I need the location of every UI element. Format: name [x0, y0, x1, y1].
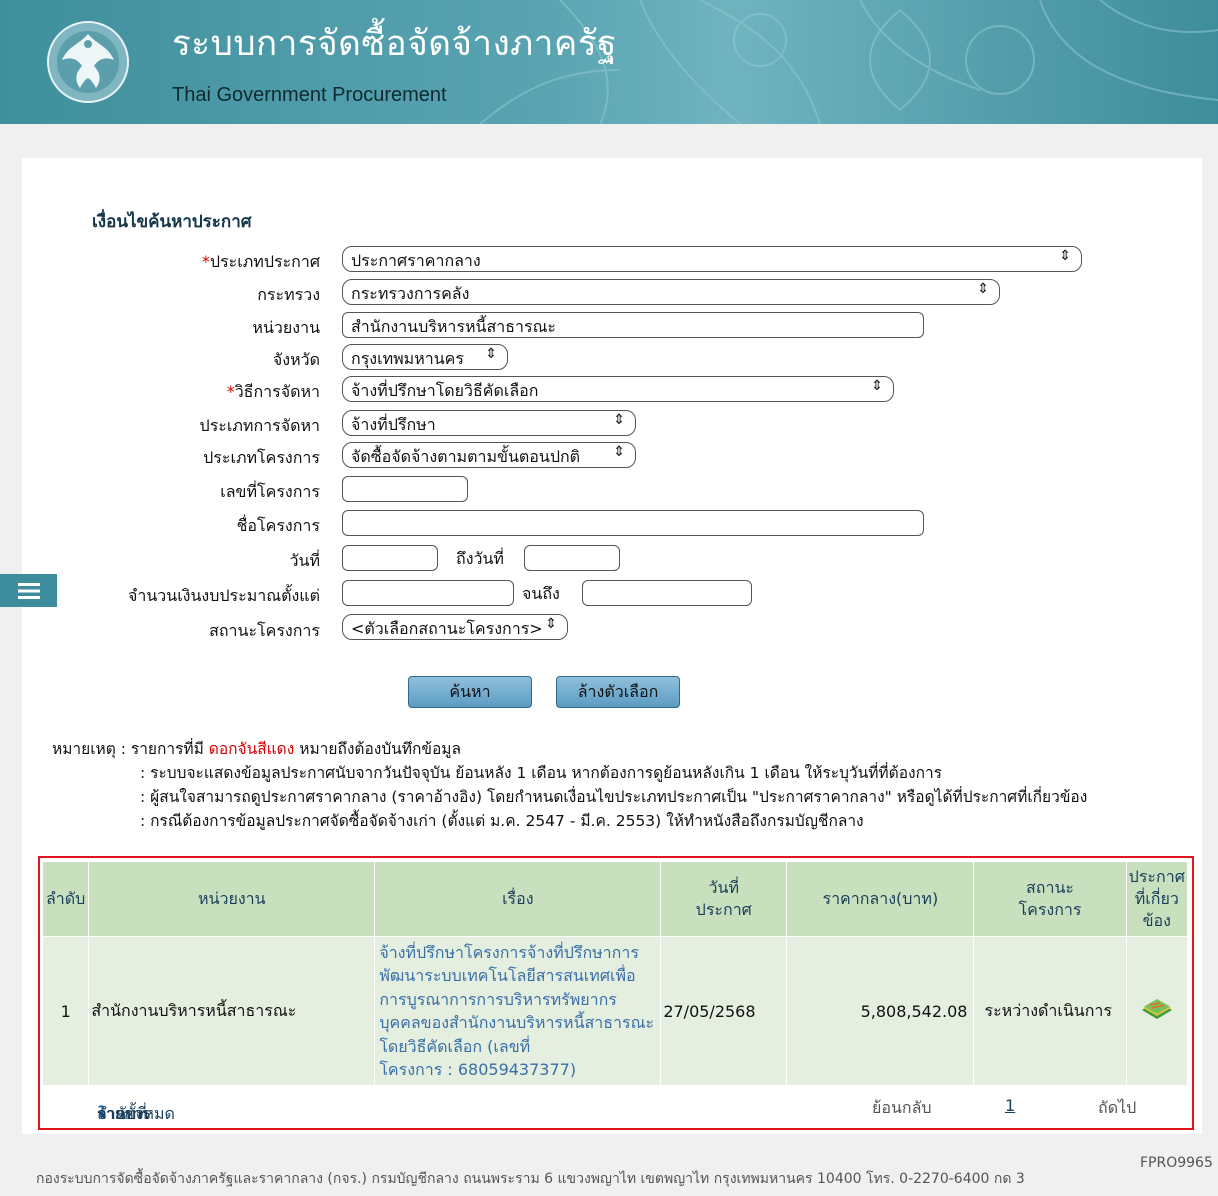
province-select[interactable]: กรุงเทพมหานคร ⇕ — [342, 344, 508, 370]
header-banner: ระบบการจัดซื้อจัดจ้างภาครัฐ Thai Governm… — [0, 0, 1218, 124]
th-status[interactable]: สถานะ โครงการ — [974, 862, 1126, 936]
status-select[interactable]: <ตัวเลือกสถานะโครงการ> ⇕ — [342, 614, 568, 640]
date-to-input[interactable] — [524, 545, 620, 571]
agency-label: หน่วยงาน — [252, 318, 320, 337]
method-select[interactable]: จ้างที่ปรึกษาโดยวิธีคัดเลือก ⇕ — [342, 376, 894, 402]
project-name-input[interactable] — [342, 510, 924, 536]
th-price[interactable]: ราคากลาง(บาท) — [787, 862, 974, 936]
select-arrows-icon: ⇕ — [485, 346, 497, 362]
cell-price: 5,808,542.08 — [787, 937, 974, 1085]
procure-type-label: ประเภทการจัดหา — [199, 416, 320, 435]
select-arrows-icon: ⇕ — [613, 412, 625, 428]
pager-next[interactable]: ถัดไป — [1098, 1096, 1136, 1121]
footer-address: กองระบบการจัดซื้อจัดจ้างภาครัฐและราคากลา… — [36, 1171, 1025, 1187]
procure-type-select[interactable]: จ้างที่ปรึกษา ⇕ — [342, 410, 636, 436]
budget-label: จำนวนเงินงบประมาณตั้งแต่ — [127, 586, 320, 605]
announce-type-label: *ประเภทประกาศ — [201, 252, 320, 271]
document-stack-icon[interactable] — [1140, 997, 1174, 1021]
project-type-select[interactable]: จัดซื้อจัดจ้างตามตามขั้นตอนปกติ ⇕ — [342, 442, 636, 468]
note-line-3: : ผู้สนใจสามารถดูประกาศราคากลาง (ราคาอ้า… — [140, 788, 1088, 806]
clear-button[interactable]: ล้างตัวเลือก — [556, 676, 680, 708]
th-unit[interactable]: หน่วยงาน — [89, 862, 375, 936]
date-from-input[interactable] — [342, 545, 438, 571]
select-arrows-icon: ⇕ — [977, 281, 989, 297]
results-table: ลำดับ หน่วยงาน เรื่อง วันที่ ประกาศ ราคาก… — [42, 861, 1188, 1086]
note-line-1: หมายเหตุ : รายการที่มี ดอกจันสีแดง หมายถ… — [52, 740, 461, 758]
select-arrows-icon: ⇕ — [1059, 248, 1071, 264]
status-label: สถานะโครงการ — [209, 621, 320, 640]
budget-from-input[interactable] — [342, 580, 514, 606]
project-type-label: ประเภทโครงการ — [203, 448, 320, 467]
project-no-label: เลขที่โครงการ — [220, 482, 320, 501]
garuda-logo-icon[interactable] — [46, 20, 130, 104]
cell-date: 27/05/2568 — [661, 937, 787, 1085]
page-code: FPRO9965 — [1140, 1155, 1213, 1171]
note-red-text: ดอกจันสีแดง — [208, 740, 295, 758]
date-label: วันที่ — [289, 551, 320, 570]
budget-to-label: จนถึง — [522, 584, 560, 603]
pager-page-1[interactable]: 1 — [1005, 1096, 1015, 1115]
announce-type-select[interactable]: ประกาศราคากลาง ⇕ — [342, 246, 1082, 272]
cell-subject: จ้างที่ปรึกษาโครงการจ้างที่ปรึกษาการ พัฒ… — [375, 937, 661, 1085]
project-no-input[interactable] — [342, 476, 468, 502]
ministry-label: กระทรวง — [257, 285, 320, 304]
search-button[interactable]: ค้นหา — [408, 676, 532, 708]
th-date[interactable]: วันที่ ประกาศ — [661, 862, 787, 936]
province-label: จังหวัด — [272, 350, 320, 369]
required-mark: * — [226, 382, 235, 401]
select-arrows-icon: ⇕ — [613, 444, 625, 460]
budget-to-input[interactable] — [582, 580, 752, 606]
agency-input[interactable]: สำนักงานบริหารหนี้สาธารณะ — [342, 312, 924, 338]
table-header-row: ลำดับ หน่วยงาน เรื่อง วันที่ ประกาศ ราคาก… — [43, 862, 1187, 936]
method-label: *วิธีการจัดหา — [226, 382, 320, 401]
th-related: ประกาศ ที่เกี่ยว ข้อง — [1126, 862, 1187, 936]
site-title: ระบบการจัดซื้อจัดจ้างภาครัฐ — [172, 24, 617, 64]
search-section-title: เงื่อนไขค้นหาประกาศ — [92, 212, 252, 232]
ministry-select[interactable]: กระทรวงการคลัง ⇕ — [342, 279, 1000, 305]
th-no[interactable]: ลำดับ — [43, 862, 89, 936]
th-subject[interactable]: เรื่อง — [375, 862, 661, 936]
note-line-4: : กรณีต้องการข้อมูลประกาศจัดซื้อจัดจ้างเ… — [140, 812, 864, 830]
select-arrows-icon: ⇕ — [871, 378, 883, 394]
site-subtitle: Thai Government Procurement — [172, 84, 447, 106]
required-mark: * — [201, 252, 210, 271]
pager-back[interactable]: ย้อนกลับ — [872, 1096, 932, 1121]
cell-status: ระหว่างดำเนินการ — [974, 937, 1126, 1085]
cell-related — [1126, 937, 1187, 1085]
subject-link[interactable]: จ้างที่ปรึกษาโครงการจ้างที่ปรึกษาการ พัฒ… — [376, 941, 659, 1082]
pager: ลำดับที่ 1 - 1 จากทั้งหมด 1 รายการ ย้อนก… — [97, 1096, 1137, 1123]
cell-no: 1 — [43, 937, 89, 1085]
table-row: 1 สำนักงานบริหารหนี้สาธารณะ จ้างที่ปรึกษ… — [43, 937, 1187, 1085]
cell-unit: สำนักงานบริหารหนี้สาธารณะ — [89, 937, 375, 1085]
project-name-label: ชื่อโครงการ — [236, 516, 320, 535]
select-arrows-icon: ⇕ — [545, 616, 557, 632]
date-to-label: ถึงวันที่ — [456, 549, 504, 568]
note-line-2: : ระบบจะแสดงข้อมูลประกาศนับจากวันปัจจุบั… — [140, 764, 943, 782]
